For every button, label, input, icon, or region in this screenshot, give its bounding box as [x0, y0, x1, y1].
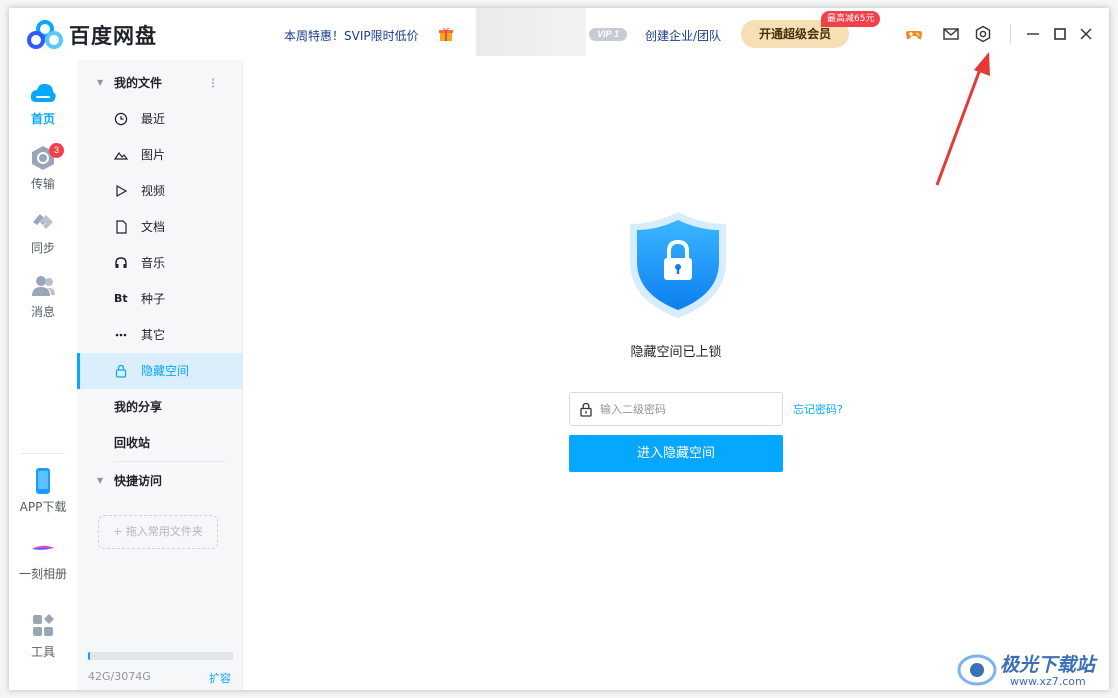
vip-level-badge: VIP 1 [589, 28, 627, 41]
shield-lock-icon [630, 212, 726, 318]
annotation-arrow-icon [935, 52, 990, 186]
maximize-icon[interactable] [1051, 25, 1069, 43]
baidu-netdisk-logo-icon [27, 20, 63, 49]
minimize-icon[interactable] [1024, 25, 1042, 43]
nav-item-transfer[interactable]: 3 传输 [9, 143, 77, 192]
file-category-hidden-space[interactable]: 隐藏空间 [77, 353, 243, 389]
svip-promo-link[interactable]: 本周特惠！SVIP限时低价 [284, 27, 419, 44]
bt-icon: Bt [114, 292, 128, 305]
nav-item-home[interactable]: 首页 [9, 80, 77, 127]
titlebar-divider [1010, 24, 1011, 44]
hidden-space-locked-title: 隐藏空间已上锁 [630, 345, 722, 360]
create-enterprise-link[interactable]: 创建企业/团队 [645, 27, 721, 44]
gamepad-icon[interactable] [905, 25, 923, 43]
settings-gear-icon[interactable] [974, 25, 992, 43]
nav-divider [21, 453, 65, 454]
document-icon [116, 220, 127, 234]
file-category-videos[interactable]: 视频 [77, 173, 243, 209]
secondary-password-field[interactable] [569, 392, 783, 426]
watermark-url: www.xz7.com [1010, 675, 1086, 688]
users-icon [32, 276, 55, 296]
more-dots-icon [115, 333, 127, 337]
file-category-recent[interactable]: 最近 [77, 101, 243, 137]
nav-label-transfer: 传输 [30, 177, 55, 191]
collapse-triangle-icon: ▼ [97, 78, 104, 87]
forgot-password-link[interactable]: 忘记密码? [793, 401, 843, 417]
close-icon[interactable] [1077, 25, 1095, 43]
file-category-images[interactable]: 图片 [77, 137, 243, 173]
storage-usage-text: 42G/3074G [88, 670, 151, 683]
storage-usage-fill [88, 652, 91, 660]
image-icon [114, 151, 128, 160]
nav-label-album: 一刻相册 [18, 567, 67, 581]
cloud-home-icon [30, 83, 56, 102]
sidebar-divider [114, 461, 226, 462]
nav-label-home: 首页 [30, 112, 55, 126]
nav-label-sync: 同步 [30, 241, 55, 255]
nav-item-tools[interactable]: 工具 [9, 613, 77, 660]
my-shares-item[interactable]: 我的分享 [77, 389, 243, 425]
gift-icon[interactable] [438, 26, 454, 42]
nav-item-album[interactable]: 一刻相册 [9, 535, 77, 582]
quick-access-header[interactable]: ▼ 快捷访问 [77, 463, 243, 499]
left-navigation: 首页 3 传输 同步 消息 APP下载 一刻相册 工具 [9, 60, 77, 690]
recycle-bin-item[interactable]: 回收站 [77, 425, 243, 461]
enter-hidden-space-button[interactable]: 进入隐藏空间 [569, 435, 783, 472]
file-category-music[interactable]: 音乐 [77, 245, 243, 281]
file-category-other[interactable]: 其它 [77, 317, 243, 353]
secondary-password-input[interactable] [600, 393, 778, 425]
expand-storage-link[interactable]: 扩容 [209, 670, 231, 686]
file-sidebar: ▼ 我的文件 ⋮ 最近 图片 视频 文档 音乐 Bt 种子 其它 隐藏空间 我的… [77, 60, 243, 690]
nav-item-sync[interactable]: 同步 [9, 209, 77, 256]
more-options-icon[interactable]: ⋮ [207, 65, 219, 101]
nav-label-app-download: APP下载 [19, 500, 67, 514]
tools-icon [33, 614, 54, 636]
app-name: 百度网盘 [69, 24, 157, 48]
lock-icon [115, 364, 127, 378]
play-icon [116, 184, 128, 198]
album-icon [32, 545, 54, 550]
mail-icon[interactable] [942, 25, 960, 43]
sync-icon [33, 214, 53, 229]
discount-badge: 最高减65元 [821, 11, 881, 27]
nav-item-messages[interactable]: 消息 [9, 273, 77, 320]
headphones-icon [115, 257, 127, 268]
nav-label-messages: 消息 [30, 305, 55, 319]
my-files-header[interactable]: ▼ 我的文件 ⋮ [77, 65, 243, 101]
nav-item-app-download[interactable]: APP下载 [9, 468, 77, 515]
file-category-torrents[interactable]: Bt 种子 [77, 281, 243, 317]
phone-icon [36, 468, 50, 494]
watermark-text: 极光下载站 [1000, 654, 1096, 676]
nav-label-tools: 工具 [30, 645, 55, 659]
transfer-count-badge: 3 [49, 143, 64, 158]
clock-icon [114, 112, 128, 126]
blurred-avatar-area [476, 8, 586, 56]
app-window: 百度网盘 本周特惠！SVIP限时低价 VIP 1 创建企业/团队 开通超级会员 … [9, 8, 1109, 690]
drag-folder-dropzone[interactable]: + 拖入常用文件夹 [98, 515, 218, 549]
lock-icon [580, 402, 592, 417]
collapse-triangle-icon: ▼ [97, 476, 104, 485]
storage-usage-bar [88, 652, 233, 660]
file-category-documents[interactable]: 文档 [77, 209, 243, 245]
